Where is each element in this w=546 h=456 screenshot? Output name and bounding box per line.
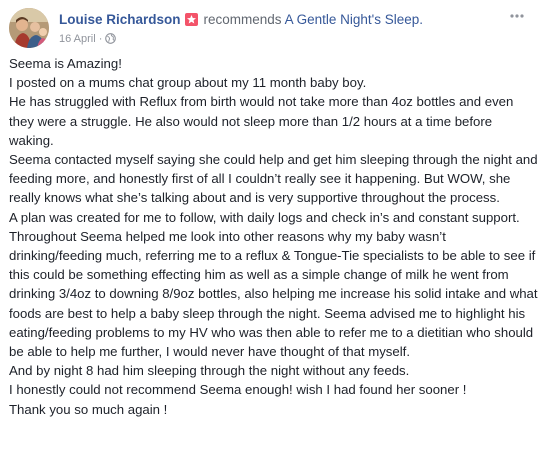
avatar[interactable] bbox=[9, 8, 49, 48]
post-text-line: A plan was created for me to follow, wit… bbox=[9, 209, 538, 360]
post-text-line: I honestly could not recommend Seema eno… bbox=[9, 382, 467, 398]
post-date[interactable]: 16 April bbox=[59, 33, 96, 45]
post-text-line: I posted on a mums chat group about my 1… bbox=[9, 75, 367, 91]
post-title-line: Louise Richardson recommends A Gentle Nig… bbox=[59, 11, 423, 29]
post-text-line: He has struggled with Reflux from birth … bbox=[9, 94, 514, 148]
post-text-line: Thank you so much again ! bbox=[9, 401, 168, 417]
post-meta: 16 April · bbox=[59, 32, 117, 48]
globe-icon[interactable] bbox=[105, 33, 117, 48]
page-link[interactable]: A Gentle Night's Sleep. bbox=[285, 12, 423, 27]
author-name[interactable]: Louise Richardson bbox=[59, 12, 181, 27]
meta-separator: · bbox=[98, 33, 103, 45]
post-body: Seema is Amazing! I posted on a mums cha… bbox=[9, 54, 539, 419]
post-text-line: And by night 8 had him sleeping through … bbox=[9, 363, 410, 379]
star-icon bbox=[184, 13, 198, 26]
post-header: Louise Richardson recommends A Gentle Nig… bbox=[9, 8, 539, 50]
more-options-icon[interactable] bbox=[507, 10, 527, 26]
post-text-line: Seema contacted myself saying she could … bbox=[9, 152, 538, 206]
post-text-line: Seema is Amazing! bbox=[9, 56, 122, 71]
recommends-text: recommends bbox=[203, 12, 282, 27]
